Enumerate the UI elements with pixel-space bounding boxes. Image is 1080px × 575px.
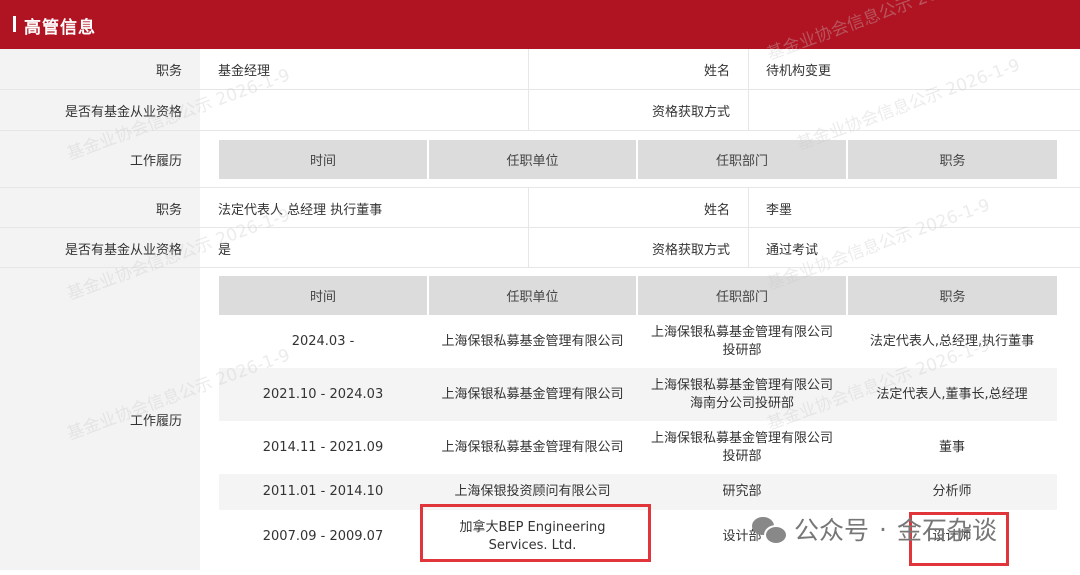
cell-dept: 研究部 <box>637 474 847 510</box>
col-time: 时间 <box>219 276 429 315</box>
person-2-section: 职务 法定代表人 总经理 执行董事 姓名 李墨 是否有基金从业资格 是 资格获取… <box>0 188 1080 268</box>
col-company: 任职单位 <box>428 140 638 179</box>
cell-company: 上海保银私募基金管理有限公司 <box>428 315 637 368</box>
cell-time: 2007.09 - 2009.07 <box>219 510 428 564</box>
person-2-qualified-value: 是 <box>218 242 232 258</box>
section-title: 高管信息 <box>24 18 96 38</box>
highlight-box-company <box>420 504 651 562</box>
cell-dept: 上海保银私募基金管理有限公司投研部 <box>637 315 847 368</box>
qualified-label: 是否有基金从业资格 <box>0 228 200 268</box>
wechat-account: 金石杂谈 <box>896 516 997 545</box>
person-1-position-value: 基金经理 <box>218 64 271 79</box>
method-label: 资格获取方式 <box>528 228 748 268</box>
col-dept: 任职部门 <box>637 140 848 179</box>
cell-time: 2014.11 - 2021.09 <box>219 421 428 474</box>
cell-company: 上海保银私募基金管理有限公司 <box>428 368 637 421</box>
person-1-section: 职务 基金经理 姓名 待机构变更 是否有基金从业资格 资格获取方式 <box>0 49 1080 131</box>
cell-time: 2011.01 - 2014.10 <box>219 474 428 510</box>
cell-role: 法定代表人,董事长,总经理 <box>847 368 1057 421</box>
person-1-qualified-value <box>200 90 528 131</box>
wechat-separator: · <box>879 514 887 544</box>
col-role: 职务 <box>847 276 1057 315</box>
table-row: 2014.11 - 2021.09 上海保银私募基金管理有限公司 上海保银私募基… <box>219 421 1057 474</box>
person-2-method-value: 通过考试 <box>766 242 819 258</box>
history-label: 工作履历 <box>0 131 200 188</box>
col-role: 职务 <box>847 140 1057 179</box>
cell-role: 法定代表人,总经理,执行董事 <box>847 315 1057 368</box>
col-dept: 任职部门 <box>637 276 848 315</box>
cell-time: 2024.03 - <box>219 315 428 368</box>
col-time: 时间 <box>219 140 429 179</box>
header-accent-bar <box>13 16 16 32</box>
table-row: 2024.03 - 上海保银私募基金管理有限公司 上海保银私募基金管理有限公司投… <box>219 315 1057 368</box>
wechat-icon <box>752 515 788 545</box>
method-label: 资格获取方式 <box>528 90 748 131</box>
cell-role: 分析师 <box>847 474 1057 510</box>
section-header: 高管信息 <box>0 0 1080 49</box>
cell-dept: 上海保银私募基金管理有限公司海南分公司投研部 <box>637 368 847 421</box>
table-row: 2021.10 - 2024.03 上海保银私募基金管理有限公司 上海保银私募基… <box>219 368 1057 421</box>
person-1-history: 工作履历 时间 任职单位 任职部门 职务 <box>0 131 1080 188</box>
cell-dept: 上海保银私募基金管理有限公司投研部 <box>637 421 847 474</box>
position-label: 职务 <box>0 188 200 228</box>
cell-company: 上海保银私募基金管理有限公司 <box>428 421 637 474</box>
wechat-label: 公众号 <box>794 516 870 545</box>
cell-time: 2021.10 - 2024.03 <box>219 368 428 421</box>
history-label: 工作履历 <box>0 268 200 570</box>
name-label: 姓名 <box>528 49 748 90</box>
wechat-watermark: 公众号 · 金石杂谈 <box>752 511 997 547</box>
position-label: 职务 <box>0 49 200 90</box>
person-1-history-table: 时间 任职单位 任职部门 职务 <box>219 140 1057 179</box>
person-1-name-value: 待机构变更 <box>766 64 832 79</box>
cell-role: 董事 <box>847 421 1057 474</box>
col-company: 任职单位 <box>428 276 638 315</box>
person-1-method-value <box>748 90 1080 131</box>
qualified-label: 是否有基金从业资格 <box>0 90 200 131</box>
person-2-position-value: 法定代表人 总经理 执行董事 <box>218 202 383 218</box>
name-label: 姓名 <box>528 188 748 228</box>
person-2-name-value: 李墨 <box>766 202 793 218</box>
